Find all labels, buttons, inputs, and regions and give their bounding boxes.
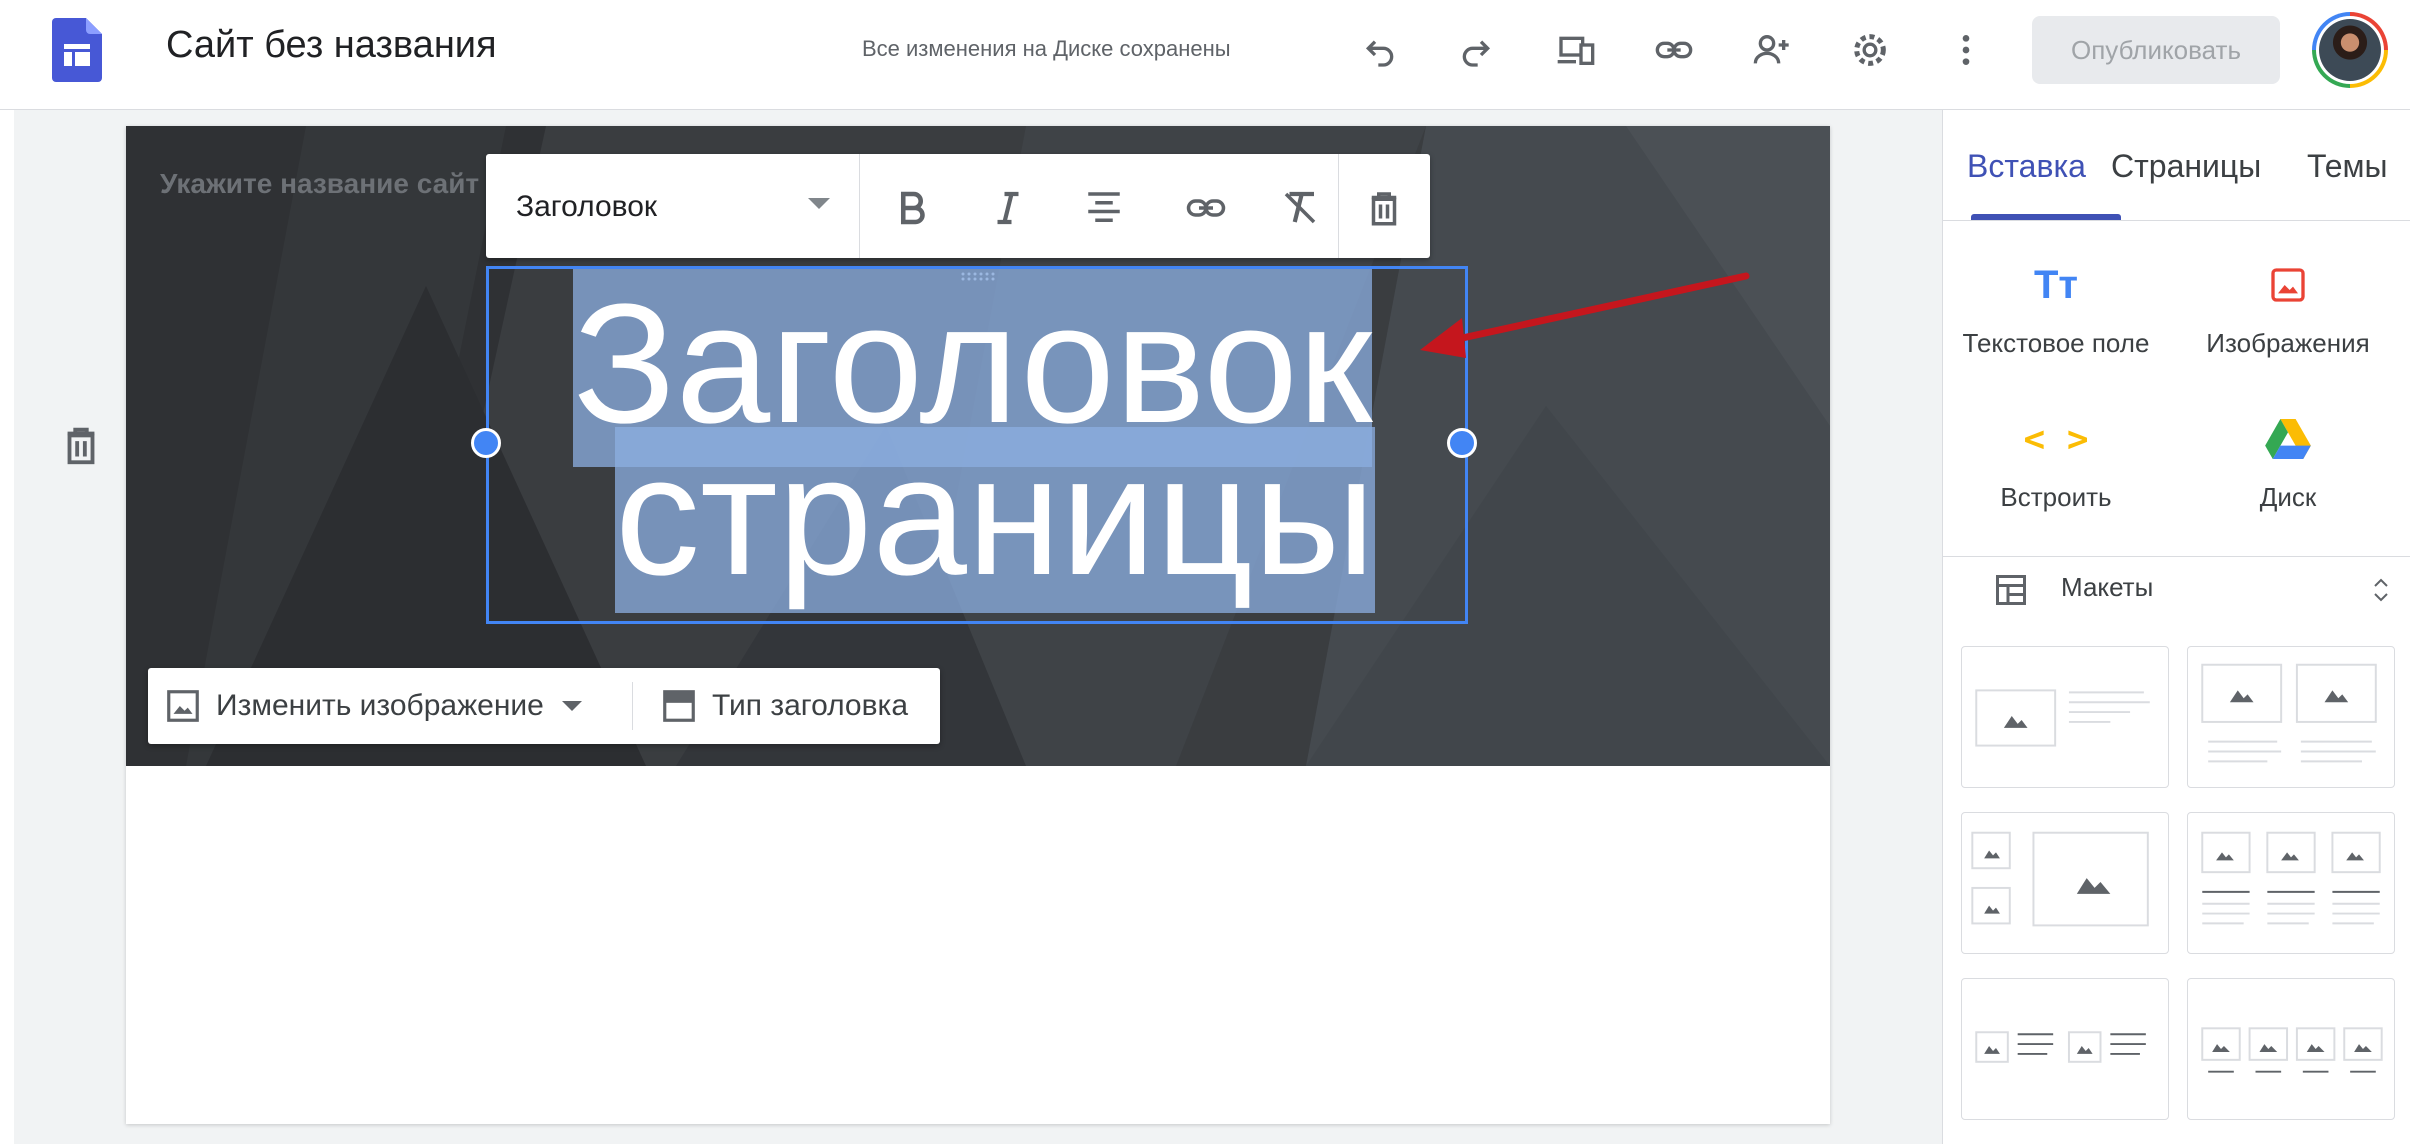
header-toolbar: Изменить изображение Тип заголовка [148,668,940,744]
header-type-button[interactable]: Тип заголовка [660,668,908,744]
page-canvas: Укажите название сайт Заголовок страницы… [126,126,1830,1124]
divider [1943,220,2410,221]
layout-tile-2[interactable] [2187,646,2395,788]
google-drive-icon [2265,414,2311,464]
embed-icon: < > [2023,418,2089,460]
insert-images[interactable]: Изображения [2183,260,2393,380]
text-style-dropdown[interactable]: Заголовок [486,154,860,258]
annotation-arrow-icon [1420,272,1750,358]
layout-tile-5[interactable] [1961,978,2169,1120]
resize-handle-right[interactable] [1447,428,1477,458]
bold-icon[interactable] [884,180,940,236]
tab-insert[interactable]: Вставка [1967,148,2086,185]
align-center-icon[interactable] [1076,180,1132,236]
insert-embed-label: Встроить [2000,482,2112,512]
insert-link-icon[interactable] [1178,180,1234,236]
text-box-icon: Tт [2033,262,2079,307]
link-icon[interactable] [1646,22,1702,78]
delete-icon[interactable] [1356,180,1412,236]
right-panel: Вставка Страницы Темы Tт Текстовое поле … [1942,110,2410,1144]
google-sites-logo-icon[interactable] [52,18,102,82]
insert-text-box[interactable]: Tт Текстовое поле [1951,260,2161,380]
avatar-photo [2319,19,2381,81]
insert-drive[interactable]: Диск [2183,414,2393,534]
layouts-icon [1996,575,2026,605]
text-format-toolbar: Заголовок [486,154,1430,258]
toolbar-divider [632,682,633,730]
site-name-placeholder[interactable]: Укажите название сайт [160,168,479,200]
header-banner[interactable]: Укажите название сайт Заголовок страницы… [126,126,1830,766]
site-title[interactable]: Сайт без названия [166,24,497,67]
change-image-label: Изменить изображение [216,689,544,722]
tab-pages[interactable]: Страницы [2111,148,2261,185]
change-image-button[interactable]: Изменить изображение [164,668,582,744]
italic-icon[interactable] [980,180,1036,236]
share-icon[interactable] [1744,22,1800,78]
layout-tile-1[interactable] [1961,646,2169,788]
insert-drive-label: Диск [2259,482,2317,512]
undo-icon[interactable] [1352,22,1408,78]
insert-embed[interactable]: < > Встроить [1951,414,2161,534]
delete-section-icon[interactable] [58,422,104,468]
header-type-label: Тип заголовка [712,689,909,722]
preview-icon[interactable] [1548,22,1604,78]
title-line-2[interactable]: страницы [615,427,1376,613]
divider [1943,556,2410,557]
chevron-down-icon [808,198,830,209]
image-icon [167,690,199,722]
publish-button[interactable]: Опубликовать [2032,16,2280,84]
layouts-section-header[interactable]: Макеты [1943,558,2410,622]
clear-format-icon[interactable] [1272,180,1328,236]
toolbar-divider [1338,154,1339,258]
layout-tile-4[interactable] [2187,812,2395,954]
layouts-label: Макеты [2061,572,2154,602]
resize-handle-left[interactable] [471,428,501,458]
layout-tile-3[interactable] [1961,812,2169,954]
settings-icon[interactable] [1842,22,1898,78]
title-text-box[interactable]: Заголовок страницы [471,266,1477,624]
collapse-icon[interactable] [2369,574,2393,606]
chevron-down-icon [561,701,582,711]
insert-text-box-label: Текстовое поле [1962,328,2150,358]
image-icon [2268,260,2308,310]
layout-tile-6[interactable] [2187,978,2395,1120]
avatar[interactable] [2312,12,2388,88]
top-bar: Сайт без названия Все изменения на Диске… [0,0,2410,110]
text-style-label: Заголовок [516,190,658,223]
insert-images-label: Изображения [2206,328,2370,358]
save-status: Все изменения на Диске сохранены [862,36,1231,61]
redo-icon[interactable] [1448,22,1504,78]
tab-themes[interactable]: Темы [2307,148,2388,185]
header-type-icon [663,690,695,722]
more-vert-icon[interactable] [1938,22,1994,78]
